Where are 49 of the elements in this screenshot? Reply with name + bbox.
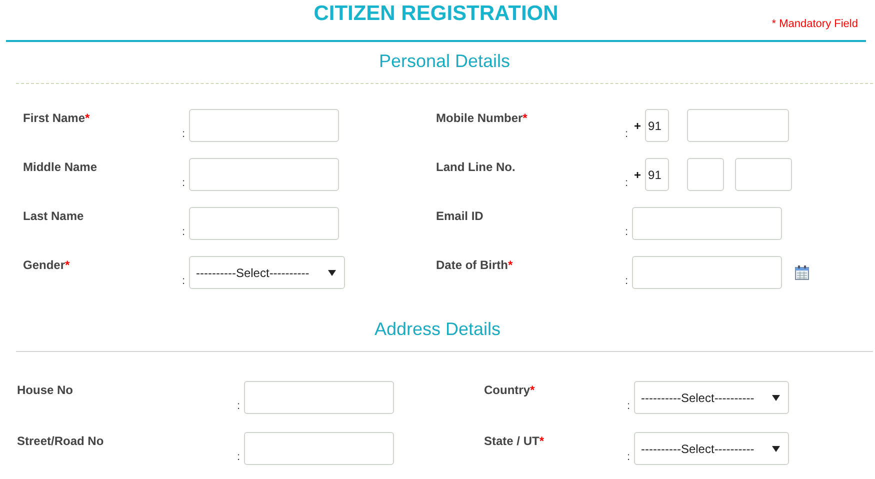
caret-icon [772, 446, 780, 452]
text-field[interactable] [189, 158, 339, 191]
section-title: Address Details [373, 318, 502, 340]
colon: : [237, 400, 242, 414]
colon: : [182, 275, 186, 289]
colon: : [625, 226, 630, 240]
section-title: Personal Details [378, 50, 512, 72]
text-field[interactable] [189, 207, 339, 240]
field-label: Land Line No. [436, 159, 516, 174]
dropdown[interactable]: ----------Select---------- [634, 381, 789, 414]
text-field[interactable] [244, 381, 394, 414]
plus-sign: + [634, 168, 642, 182]
field-label: Middle Name [23, 159, 98, 174]
text-field[interactable] [244, 432, 394, 465]
colon: : [625, 275, 630, 289]
page-title: CITIZEN REGISTRATION [314, 1, 558, 26]
text-field[interactable] [189, 109, 339, 142]
phone-field[interactable] [687, 109, 790, 142]
colon: : [237, 451, 242, 465]
field-label: Date of Birth* [436, 257, 514, 272]
field-label: First Name* [23, 110, 91, 125]
text-field[interactable] [632, 207, 782, 240]
field-label: Street/Road No [17, 433, 105, 448]
field-label: Email ID [436, 208, 484, 223]
colon: : [182, 128, 186, 142]
country-code-field[interactable]: 91 [645, 109, 670, 142]
field-label: House No [17, 382, 74, 397]
field-label: Mobile Number* [436, 110, 528, 125]
std-code-field[interactable] [687, 158, 724, 191]
field-label: Gender* [23, 257, 71, 272]
date-field[interactable] [632, 256, 782, 289]
colon: : [625, 128, 630, 142]
colon: : [625, 177, 630, 191]
mandatory-note: * Mandatory Field [772, 18, 858, 30]
dropdown[interactable]: ----------Select---------- [189, 256, 345, 289]
field-label: Last Name [23, 208, 85, 223]
field-label: State / UT* [484, 433, 546, 448]
dropdown[interactable]: ----------Select---------- [634, 432, 789, 465]
caret-icon [328, 270, 336, 276]
country-code-field[interactable]: 91 [645, 158, 670, 191]
phone-field[interactable] [735, 158, 792, 191]
caret-icon [772, 394, 780, 400]
colon: : [182, 177, 186, 191]
colon: : [627, 400, 632, 414]
plus-sign: + [634, 119, 642, 133]
field-label: Country* [484, 382, 536, 397]
calendar-icon[interactable] [795, 265, 809, 280]
colon: : [182, 226, 186, 240]
colon: : [627, 451, 632, 465]
